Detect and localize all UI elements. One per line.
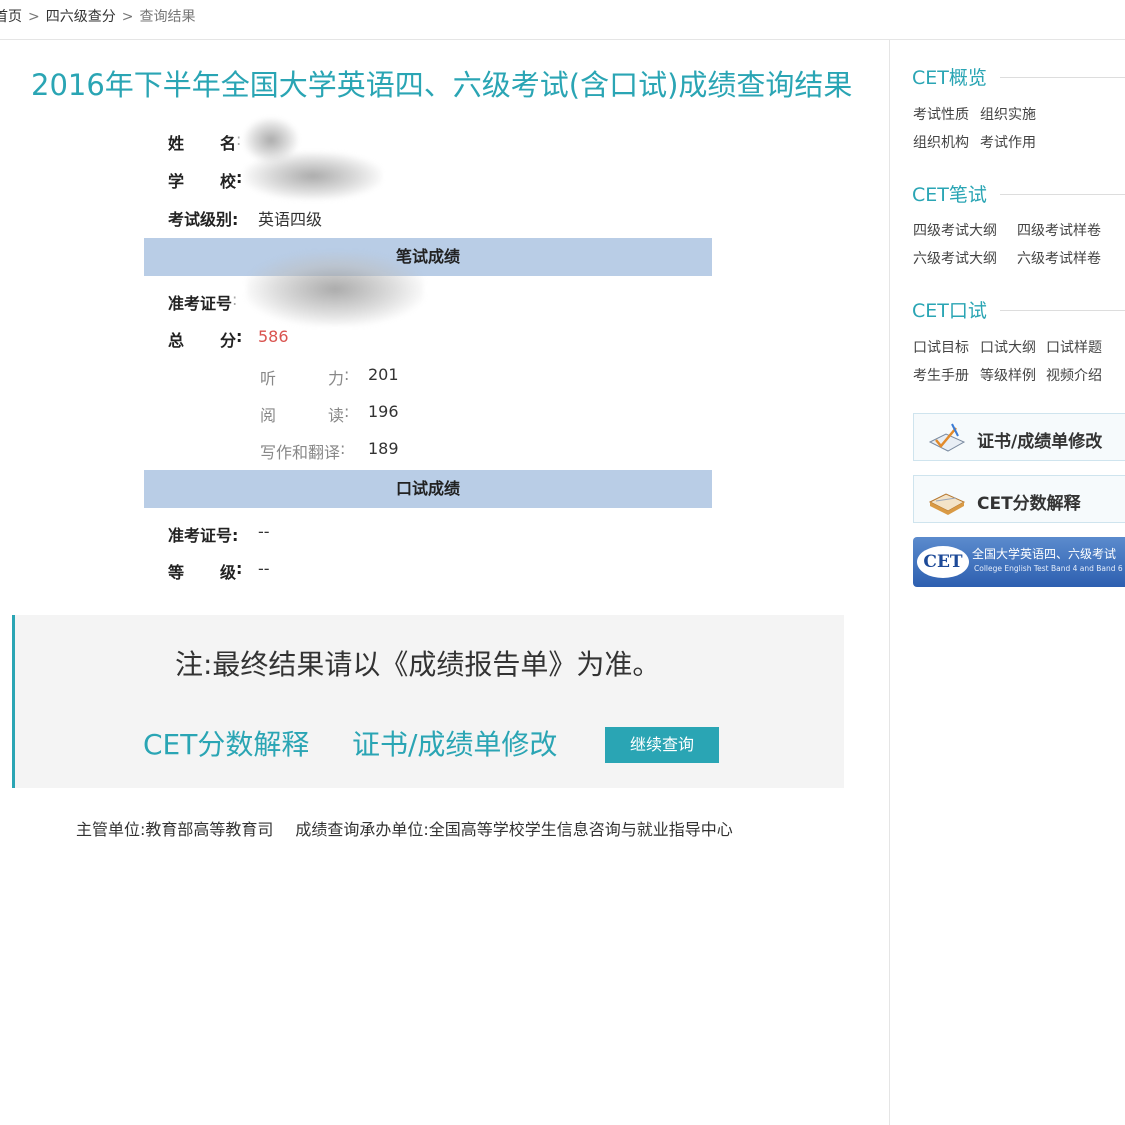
writing-score: 189 bbox=[368, 439, 399, 458]
cet-banner[interactable]: CET 全国大学英语四、六级考试 College English Test Ba… bbox=[913, 537, 1125, 587]
breadcrumb-separator: > bbox=[28, 9, 40, 25]
breadcrumb-section[interactable]: 四六级查分 bbox=[46, 9, 116, 25]
cert-modify-link[interactable]: 证书/成绩单修改 bbox=[352, 723, 557, 763]
sidebar-rule bbox=[1000, 194, 1125, 195]
oral-ticket-value: -- bbox=[258, 522, 270, 541]
sidebar-heading-overview: CET概览 bbox=[912, 67, 987, 89]
reading-score: 196 bbox=[368, 402, 399, 421]
book-icon bbox=[928, 493, 966, 515]
page-title: 2016年下半年全国大学英语四、六级考试(含口试)成绩查询结果 bbox=[31, 68, 853, 102]
sidebar-link-nature[interactable]: 考试性质 bbox=[913, 104, 969, 124]
oral-ticket-label: 准考证号: bbox=[168, 526, 239, 545]
sidebar-card-score-label: CET分数解释 bbox=[977, 494, 1081, 514]
sidebar-link-handbook[interactable]: 考生手册 bbox=[913, 365, 969, 385]
sidebar-heading-written: CET笔试 bbox=[912, 184, 987, 206]
sidebar-rule bbox=[1000, 310, 1125, 311]
sidebar-link-grade-sample[interactable]: 等级样例 bbox=[980, 365, 1036, 385]
level-label: 考试级别: bbox=[168, 210, 239, 229]
writing-label: 写作和翻译: bbox=[260, 439, 346, 462]
note-box: 注:最终结果请以《成绩报告单》为准。 CET分数解释 证书/成绩单修改 继续查询 bbox=[12, 615, 844, 788]
cet-banner-title: 全国大学英语四、六级考试 bbox=[972, 547, 1117, 561]
sidebar-link-oral-sample[interactable]: 口试样题 bbox=[1046, 337, 1102, 357]
total-score: 586 bbox=[258, 327, 289, 346]
breadcrumb-separator: > bbox=[121, 9, 134, 25]
listening-score: 201 bbox=[368, 365, 399, 384]
sidebar-link-organization[interactable]: 组织实施 bbox=[980, 104, 1036, 124]
footer-supervisor: 主管单位:教育部高等教育司 bbox=[76, 820, 274, 839]
sidebar-card-cert-modify[interactable]: 证书/成绩单修改 bbox=[913, 413, 1125, 461]
level-value: 英语四级 bbox=[258, 210, 323, 229]
listening-label: 听力: bbox=[260, 365, 350, 388]
note-text: 注:最终结果请以《成绩报告单》为准。 bbox=[175, 648, 661, 681]
sidebar-link-cet6-syllabus[interactable]: 六级考试大纲 bbox=[913, 248, 997, 268]
breadcrumb: 首页 > 四六级查分 > 查询结果 bbox=[0, 6, 195, 26]
school-label: 学校: bbox=[168, 168, 243, 191]
footer: 主管单位:教育部高等教育司 成绩查询承办单位:全国高等学校学生信息咨询与就业指导中… bbox=[76, 816, 733, 840]
oral-grade-value: -- bbox=[258, 559, 270, 578]
sidebar-link-oral-syllabus[interactable]: 口试大纲 bbox=[980, 337, 1036, 357]
written-ticket-label: 准考证号: bbox=[168, 290, 238, 313]
cet-banner-subtitle: College English Test Band 4 and Band 6 bbox=[974, 564, 1123, 573]
total-label: 总分: bbox=[168, 327, 243, 350]
sidebar-link-cet6-sample[interactable]: 六级考试样卷 bbox=[1017, 248, 1101, 268]
breadcrumb-home[interactable]: 首页 bbox=[0, 9, 22, 25]
sidebar-link-oral-goal[interactable]: 口试目标 bbox=[913, 337, 969, 357]
reading-label: 阅读: bbox=[260, 402, 350, 425]
breadcrumb-current: 查询结果 bbox=[139, 9, 196, 25]
score-explain-link[interactable]: CET分数解释 bbox=[143, 723, 309, 763]
oral-section-header: 口试成绩 bbox=[144, 470, 712, 508]
sidebar-rule bbox=[1000, 77, 1125, 78]
written-section-header: 笔试成绩 bbox=[144, 238, 712, 276]
redacted-school bbox=[244, 152, 382, 200]
pencil-paper-icon bbox=[928, 423, 966, 452]
name-label: 姓名: bbox=[168, 130, 242, 153]
sidebar-heading-oral: CET口试 bbox=[912, 300, 987, 322]
footer-organizer: 成绩查询承办单位:全国高等学校学生信息咨询与就业指导中心 bbox=[295, 820, 733, 839]
sidebar-link-agency[interactable]: 组织机构 bbox=[913, 132, 969, 152]
cet-logo: CET bbox=[917, 546, 969, 578]
oral-grade-label: 等级: bbox=[168, 559, 243, 582]
redacted-ticket bbox=[246, 252, 424, 326]
continue-query-button[interactable]: 继续查询 bbox=[605, 727, 719, 763]
sidebar-link-cet4-syllabus[interactable]: 四级考试大纲 bbox=[913, 220, 997, 240]
sidebar-divider bbox=[889, 40, 890, 1125]
sidebar-link-video[interactable]: 视频介绍 bbox=[1046, 365, 1102, 385]
header-divider bbox=[0, 39, 1125, 40]
sidebar-link-role[interactable]: 考试作用 bbox=[980, 132, 1036, 152]
sidebar-card-score-explain[interactable]: CET分数解释 bbox=[913, 475, 1125, 523]
sidebar-card-cert-label: 证书/成绩单修改 bbox=[977, 432, 1103, 452]
sidebar-link-cet4-sample[interactable]: 四级考试样卷 bbox=[1017, 220, 1101, 240]
